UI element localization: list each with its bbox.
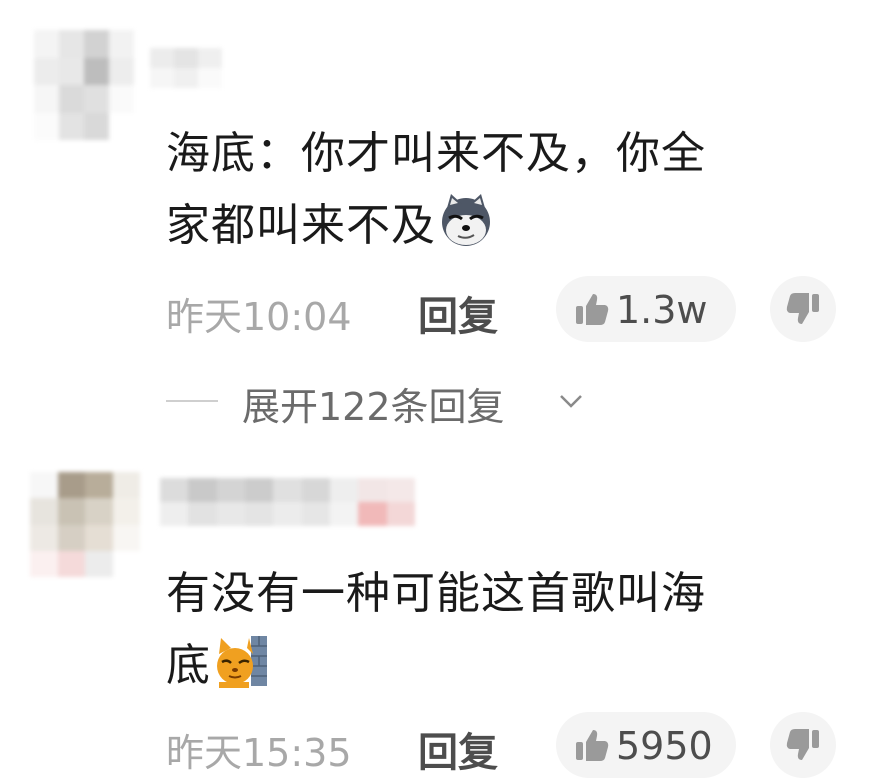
husky-dog-emoji bbox=[442, 194, 490, 246]
like-count: 1.3w bbox=[616, 288, 708, 332]
comment-text-line: 海底：你才叫来不及，你全 bbox=[166, 128, 706, 179]
reply-button[interactable]: 回复 bbox=[418, 720, 498, 778]
comment-meta: 昨天15:35 回复 5950 bbox=[166, 712, 856, 782]
thumbs-up-icon bbox=[576, 294, 609, 325]
username-blurred[interactable] bbox=[160, 478, 415, 526]
thumbs-down-icon bbox=[786, 293, 819, 324]
expand-replies[interactable]: 展开122条回复 bbox=[166, 370, 666, 430]
comment-time: 昨天10:04 bbox=[166, 295, 352, 339]
comment-text-line: 家都叫来不及 bbox=[166, 200, 436, 251]
username-blurred[interactable] bbox=[150, 48, 222, 88]
comment-item: 有没有一种可能这首歌叫海 底 昨天15:35 回复 5950 bbox=[0, 460, 878, 778]
expand-replies-label: 展开122条回复 bbox=[242, 385, 505, 429]
reply-button[interactable]: 回复 bbox=[418, 284, 498, 342]
cat-peeking-emoji bbox=[217, 636, 267, 688]
comment-item: 海底：你才叫来不及，你全 家都叫来不及 昨天10:04 回复 1.3w 展开12… bbox=[0, 0, 878, 440]
like-count: 5950 bbox=[616, 724, 713, 768]
comment-text-line: 有没有一种可能这首歌叫海 bbox=[166, 568, 706, 619]
comment-text: 海底：你才叫来不及，你全 家都叫来不及 bbox=[166, 118, 826, 262]
comment-time: 昨天15:35 bbox=[166, 731, 352, 775]
chevron-down-icon bbox=[560, 395, 582, 408]
dislike-button[interactable] bbox=[770, 276, 836, 342]
thumbs-down-icon bbox=[786, 729, 819, 760]
avatar-blurred[interactable] bbox=[30, 472, 140, 577]
dislike-button[interactable] bbox=[770, 712, 836, 778]
comment-meta: 昨天10:04 回复 1.3w bbox=[166, 276, 856, 346]
like-button[interactable]: 5950 bbox=[556, 712, 736, 778]
thumbs-up-icon bbox=[576, 730, 609, 761]
like-button[interactable]: 1.3w bbox=[556, 276, 736, 342]
comment-text-line: 底 bbox=[166, 640, 211, 691]
comment-text: 有没有一种可能这首歌叫海 底 bbox=[166, 558, 826, 702]
avatar-blurred[interactable] bbox=[34, 30, 134, 140]
divider-line bbox=[166, 400, 218, 402]
